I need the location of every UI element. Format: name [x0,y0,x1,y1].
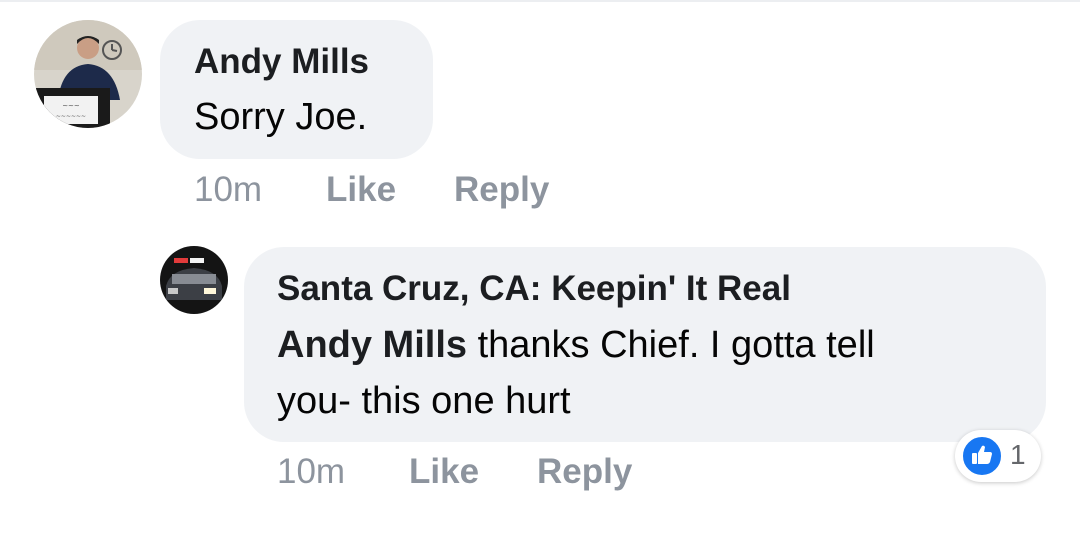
reaction-summary[interactable]: 1 [955,430,1041,482]
like-button[interactable]: Like [326,170,396,210]
reply-button[interactable]: Reply [454,170,549,210]
top-divider [0,0,1080,2]
avatar[interactable]: ~~~ ~~~~~~ [34,20,142,128]
comment-text: Sorry Joe. [194,96,368,138]
person-podium-avatar-icon: ~~~ ~~~~~~ [34,20,142,128]
comment-timestamp[interactable]: 10m [194,170,262,210]
avatar[interactable] [160,246,228,314]
police-car-avatar-icon [160,246,228,314]
like-button[interactable]: Like [409,452,479,492]
mention-link[interactable]: Andy Mills [277,324,467,366]
thumbs-up-icon [961,435,1003,477]
reaction-count: 1 [1010,439,1026,470]
svg-text:~~~~~~: ~~~~~~ [56,113,86,120]
comment-author[interactable]: Andy Mills [194,42,369,82]
reply-author[interactable]: Santa Cruz, CA: Keepin' It Real [277,269,791,309]
reply-text-content: thanks Chief. I gotta tell [477,324,875,366]
reply-button[interactable]: Reply [537,452,632,492]
svg-text:~~~: ~~~ [62,102,80,110]
reply-timestamp[interactable]: 10m [277,452,345,492]
reply-text-line-2: you- this one hurt [277,380,571,422]
reply-text-line-1: Andy Mills thanks Chief. I gotta tell [277,324,875,367]
